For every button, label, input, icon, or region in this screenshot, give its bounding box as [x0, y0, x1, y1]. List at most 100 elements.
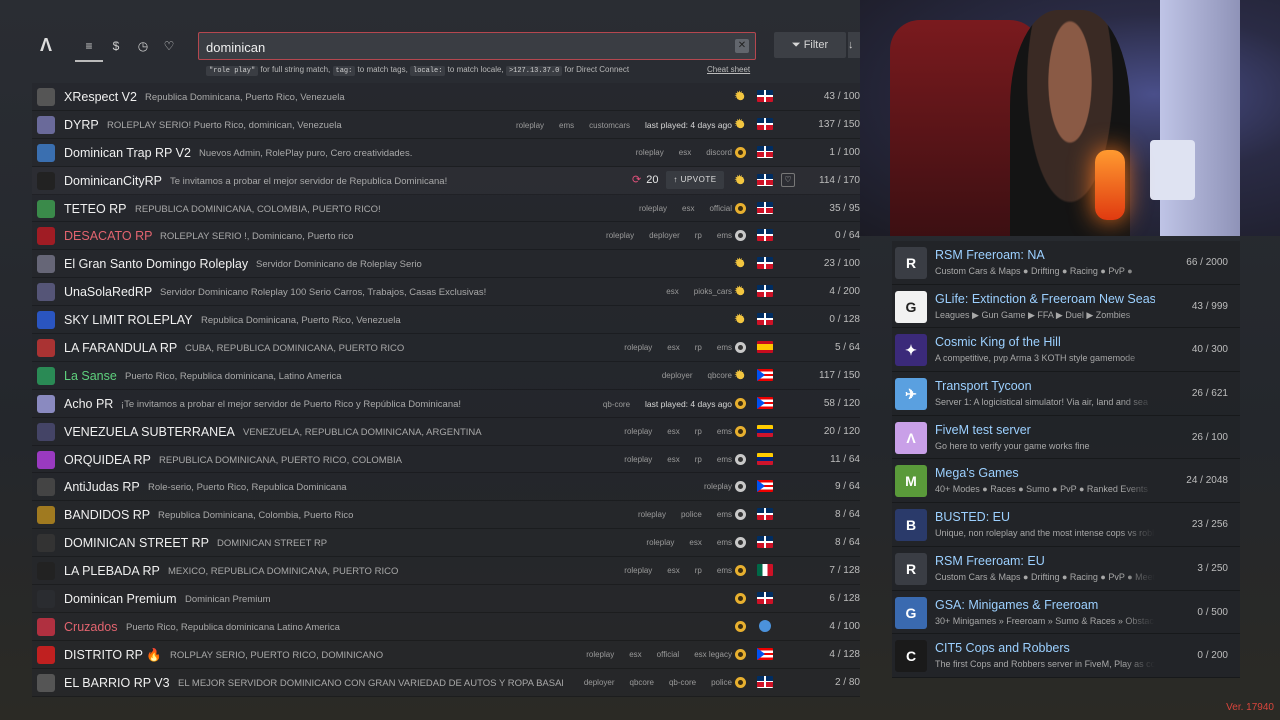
server-tag[interactable]: esx legacy [694, 650, 732, 659]
server-row[interactable]: DESACATO RP ROLEPLAY SERIO !, Dominicano,… [32, 222, 860, 251]
server-tag[interactable]: rp [695, 231, 702, 240]
server-tag[interactable]: rp [695, 427, 702, 436]
server-tag[interactable]: roleplay [636, 148, 664, 157]
server-tag[interactable]: rp [695, 566, 702, 575]
server-tags: roleplay esx rp ems [609, 566, 732, 575]
server-tag[interactable]: roleplay [646, 538, 674, 547]
server-tag[interactable]: esx [666, 287, 678, 296]
server-tag[interactable]: roleplay [624, 343, 652, 352]
server-tag[interactable]: police [711, 678, 732, 687]
server-tag[interactable]: ems [717, 510, 732, 519]
cheat-sheet-link[interactable]: Cheat sheet [707, 65, 750, 74]
server-description: REPUBLICA DOMINICANA, COLOMBIA, PUERTO R… [135, 203, 381, 215]
tab-history-clock-icon[interactable]: ◷ [131, 36, 155, 56]
server-tag[interactable]: roleplay [624, 427, 652, 436]
server-row[interactable]: DYRP ROLEPLAY SERIO! Puerto Rico, dominic… [32, 110, 860, 139]
server-tag[interactable]: roleplay [638, 510, 666, 519]
server-tag[interactable]: esx [629, 650, 641, 659]
featured-server-row[interactable]: ✈ Transport Tycoon Server 1: A logicistica… [892, 372, 1240, 416]
featured-server-row[interactable]: R RSM Freeroam: EU Custom Cars & Maps ● Dr… [892, 546, 1240, 591]
featured-server-row[interactable]: R RSM Freeroam: NA Custom Cars & Maps ● Dr… [892, 241, 1240, 285]
server-row[interactable]: XRespect V2 Republica Dominicana, Puerto … [32, 83, 860, 111]
server-tag[interactable]: official [709, 204, 732, 213]
server-tag[interactable]: qb-core [669, 678, 696, 687]
server-tag[interactable]: roleplay [704, 482, 732, 491]
server-row[interactable]: LA FARANDULA RP CUBA, REPUBLICA DOMINICAN… [32, 334, 860, 362]
server-tag[interactable]: deployer [649, 231, 680, 240]
server-description: REPUBLICA DOMINICANA, PUERTO RICO, COLOM… [159, 454, 403, 466]
server-tag[interactable]: qb-core [603, 400, 630, 409]
server-tag[interactable]: roleplay [586, 650, 614, 659]
search-input[interactable] [206, 38, 726, 56]
server-tag[interactable]: qbcore [630, 678, 654, 687]
server-row[interactable]: DominicanCityRP Te invitamos a probar el … [32, 166, 860, 195]
server-tag[interactable]: rp [695, 455, 702, 464]
clear-search-button[interactable]: ✕ [735, 39, 749, 53]
featured-server-title: RSM Freeroam: EU [935, 553, 1045, 568]
server-tag[interactable]: customcars [589, 121, 630, 130]
server-tag[interactable]: deployer [662, 371, 693, 380]
server-tag[interactable]: pioks_cars [694, 287, 732, 296]
server-tag[interactable]: police [681, 510, 702, 519]
server-row[interactable]: DOMINICAN STREET RP DOMINICAN STREET RP ro… [32, 529, 860, 558]
server-tag[interactable]: discord [706, 148, 732, 157]
server-tag[interactable]: roleplay [639, 204, 667, 213]
server-row[interactable]: SKY LIMIT ROLEPLAY Republica Dominicana, … [32, 306, 860, 335]
server-tag[interactable]: rp [695, 343, 702, 352]
featured-server-title: FiveM test server [935, 422, 1031, 437]
server-row[interactable]: LA PLEBADA RP MEXICO, REPUBLICA DOMINICAN… [32, 557, 860, 586]
tab-all-servers-list-icon[interactable]: ≡ [75, 36, 103, 62]
server-tag[interactable]: ems [717, 231, 732, 240]
server-tag[interactable]: esx [689, 538, 701, 547]
server-row[interactable]: UnaSolaRedRP Servidor Dominicano Roleplay… [32, 278, 860, 307]
server-tag[interactable]: roleplay [606, 231, 634, 240]
server-row[interactable]: Dominican Premium Dominican Premium 6 / 12… [32, 585, 860, 613]
server-tag[interactable]: ems [717, 455, 732, 464]
server-tag[interactable]: official [657, 650, 680, 659]
server-row[interactable]: EL BARRIO RP V3 EL MEJOR SERVIDOR DOMINIC… [32, 668, 860, 697]
server-tag[interactable]: qbcore [708, 371, 732, 380]
server-row[interactable]: TETEO RP REPUBLICA DOMINICANA, COLOMBIA, … [32, 194, 860, 223]
featured-server-row[interactable]: G GLife: Extinction & Freeroam New Season… [892, 284, 1240, 329]
sort-button[interactable]: ↓ [848, 32, 860, 58]
tab-favorites-heart-icon[interactable]: ♡ [157, 36, 181, 56]
featured-servers-panel: R RSM Freeroam: NA Custom Cars & Maps ● Dr… [892, 241, 1240, 691]
server-tag[interactable]: ems [559, 121, 574, 130]
server-row[interactable]: Cruzados Puerto Rico, Republica dominican… [32, 612, 860, 641]
server-row[interactable]: BANDIDOS RP Republica Dominicana, Colombi… [32, 501, 860, 530]
featured-server-row[interactable]: M Mega's Games 40+ Modes ● Races ● Sumo ● … [892, 459, 1240, 504]
server-tag[interactable]: ems [717, 427, 732, 436]
server-tag[interactable]: esx [667, 343, 679, 352]
server-tag[interactable]: roleplay [624, 455, 652, 464]
server-row[interactable]: La Sanse Puerto Rico, Republica dominican… [32, 361, 860, 390]
locale-flag-icon [757, 201, 773, 214]
featured-server-row[interactable]: Λ FiveM test server Go here to verify your… [892, 415, 1240, 460]
server-tag[interactable]: ems [717, 343, 732, 352]
locale-flag-icon [757, 508, 773, 521]
server-tag[interactable]: deployer [584, 678, 615, 687]
server-row[interactable]: El Gran Santo Domingo Roleplay Servidor D… [32, 250, 860, 279]
server-tag[interactable]: ems [717, 538, 732, 547]
server-tag[interactable]: esx [667, 427, 679, 436]
fivem-logo-icon[interactable]: Λ [37, 36, 55, 54]
server-row[interactable]: Acho PR ¡Te invitamos a probar el mejor s… [32, 389, 860, 418]
featured-server-row[interactable]: G GSA: Minigames & Freeroam 30+ Minigames … [892, 590, 1240, 635]
server-tag[interactable]: esx [667, 566, 679, 575]
server-row[interactable]: AntiJudas RP Role-serio, Puerto Rico, Rep… [32, 473, 860, 502]
filter-button[interactable]: ⏷ Filter [774, 32, 846, 58]
featured-server-row[interactable]: C CIT5 Cops and Robbers The first Cops and… [892, 634, 1240, 678]
server-row[interactable]: VENEZUELA SUBTERRANEA VENEZUELA, REPUBLIC… [32, 417, 860, 446]
upvote-button[interactable]: ↑ UPVOTE [666, 170, 724, 189]
featured-server-row[interactable]: ✦ Cosmic King of the Hill A competitive, p… [892, 328, 1240, 373]
server-row[interactable]: ORQUIDEA RP REPUBLICA DOMINICANA, PUERTO … [32, 445, 860, 474]
server-row[interactable]: Dominican Trap RP V2 Nuevos Admin, RolePl… [32, 138, 860, 167]
server-tag[interactable]: roleplay [516, 121, 544, 130]
tab-supporters-dollar-icon[interactable]: $ [104, 36, 128, 56]
server-tag[interactable]: esx [667, 455, 679, 464]
server-tag[interactable]: esx [679, 148, 691, 157]
server-tag[interactable]: roleplay [624, 566, 652, 575]
server-tag[interactable]: ems [717, 566, 732, 575]
featured-server-row[interactable]: B BUSTED: EU Unique, non roleplay and the … [892, 503, 1240, 547]
server-tag[interactable]: esx [682, 204, 694, 213]
server-row[interactable]: DISTRITO RP 🔥 ROLPLAY SERIO, PUERTO RICO,… [32, 640, 860, 669]
